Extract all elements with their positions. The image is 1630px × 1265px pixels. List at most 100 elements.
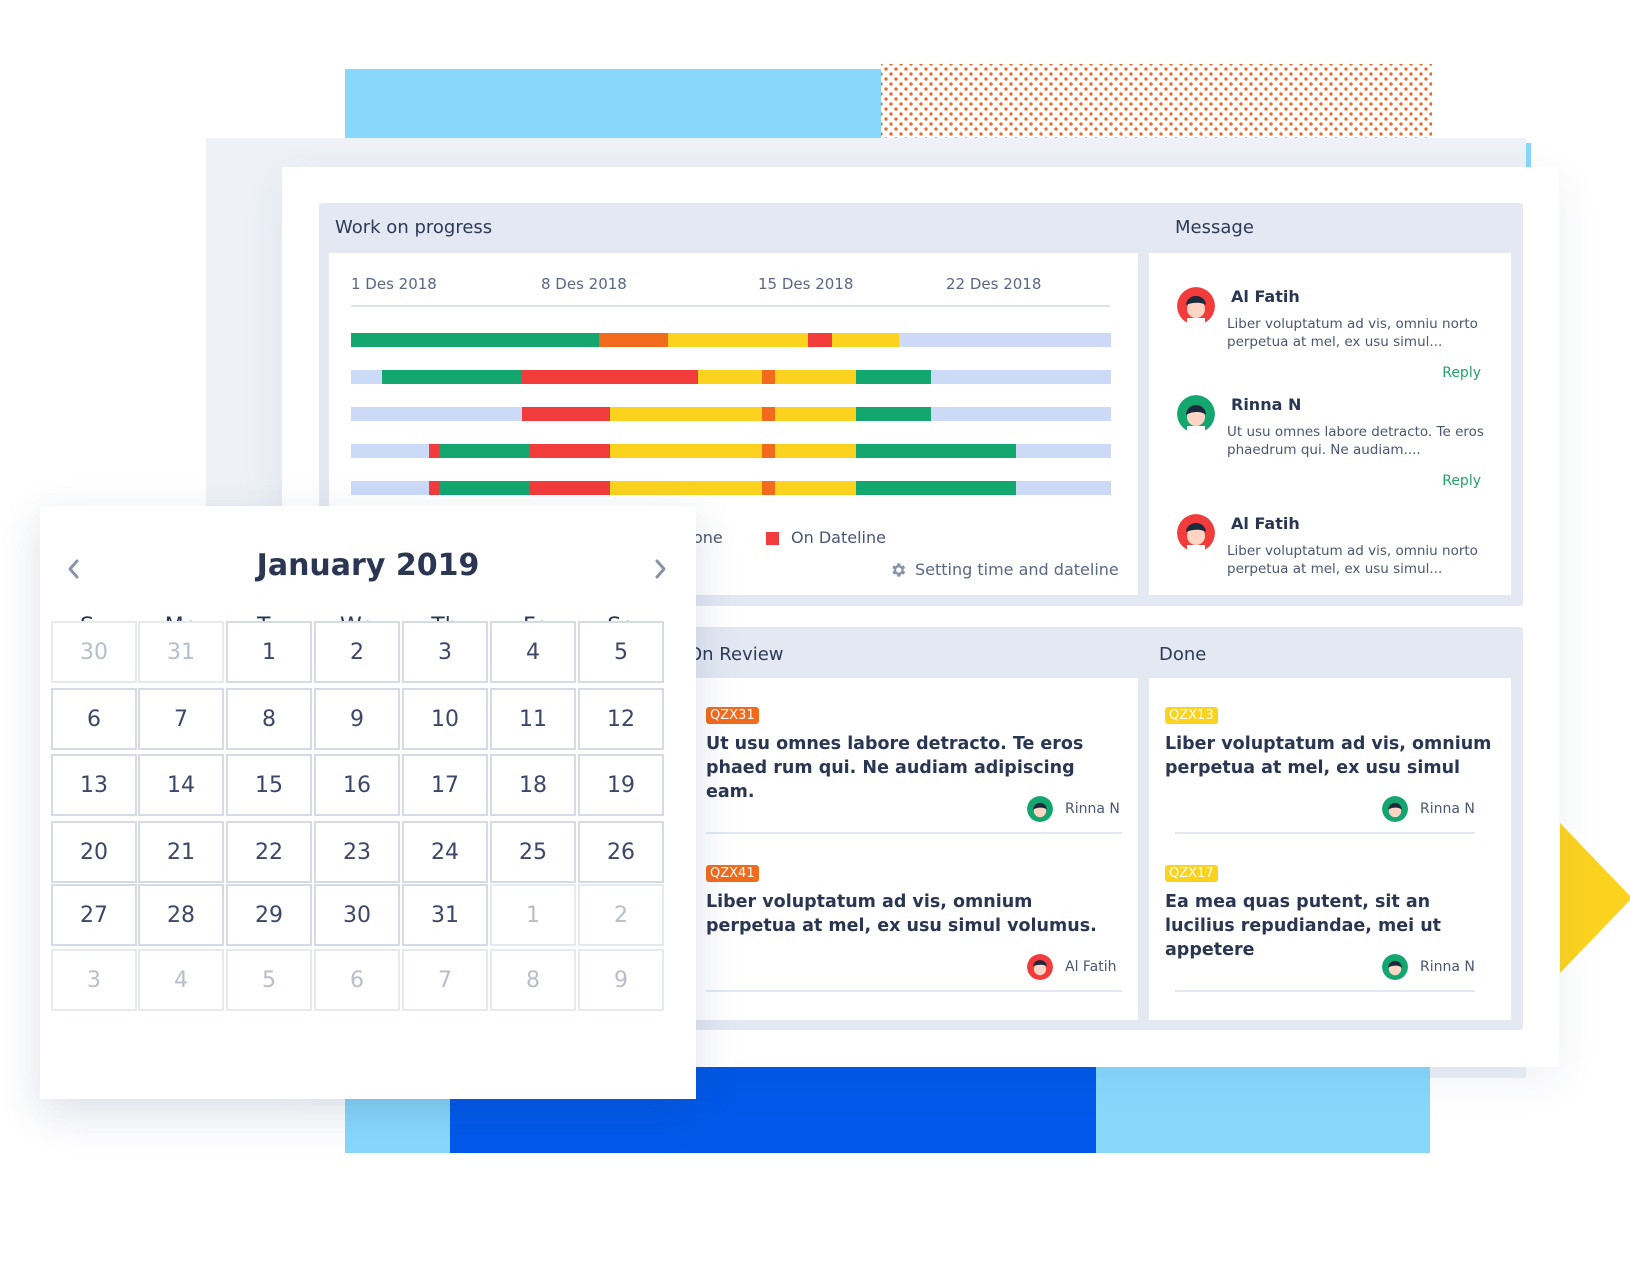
gantt-row[interactable] — [351, 481, 1111, 495]
task-assignee: Rinna N — [1382, 796, 1475, 822]
gantt-segment-yellow — [775, 444, 856, 458]
calendar-day[interactable]: 18 — [490, 754, 576, 816]
calendar-day[interactable]: 4 — [138, 949, 224, 1011]
calendar-day[interactable]: 1 — [490, 884, 576, 946]
calendar-day[interactable]: 6 — [314, 949, 400, 1011]
task-divider — [1175, 990, 1475, 992]
gantt-row[interactable] — [351, 407, 1111, 421]
task-tag: QZX41 — [706, 865, 759, 882]
calendar-day[interactable]: 3 — [402, 621, 488, 683]
calendar-day[interactable]: 7 — [402, 949, 488, 1011]
reply-link[interactable]: Reply — [1442, 365, 1481, 381]
legend-done-label: one — [693, 528, 723, 547]
calendar-day[interactable]: 31 — [402, 884, 488, 946]
task-assignee-name: Al Fatih — [1065, 959, 1117, 975]
task-text: Ea mea quas putent, sit an lucilius repu… — [1165, 892, 1442, 960]
calendar-day[interactable]: 2 — [314, 621, 400, 683]
calendar-day[interactable]: 12 — [578, 688, 664, 750]
calendar-day[interactable]: 28 — [138, 884, 224, 946]
calendar-day[interactable]: 21 — [138, 821, 224, 883]
task-tag: QZX13 — [1165, 707, 1218, 724]
setting-time-link[interactable]: Setting time and dateline — [889, 560, 1119, 579]
calendar-day[interactable]: 19 — [578, 754, 664, 816]
message-title: Message — [1175, 217, 1254, 238]
calendar-day[interactable]: 7 — [138, 688, 224, 750]
calendar-day[interactable]: 17 — [402, 754, 488, 816]
calendar-day[interactable]: 6 — [51, 688, 137, 750]
task-card[interactable]: QZX17 Ea mea quas putent, sit an luciliu… — [1165, 862, 1495, 962]
calendar-day[interactable]: 5 — [226, 949, 312, 1011]
gantt-row[interactable] — [351, 333, 1111, 347]
calendar-day[interactable]: 26 — [578, 821, 664, 883]
gantt-segment-green — [856, 481, 1016, 495]
task-assignee: Al Fatih — [1027, 954, 1117, 980]
calendar-day[interactable]: 23 — [314, 821, 400, 883]
task-divider — [706, 990, 1122, 992]
calendar-day[interactable]: 30 — [51, 621, 137, 683]
avatar — [1027, 796, 1053, 822]
task-card[interactable]: QZX41 Liber voluptatum ad vis, omnium pe… — [706, 862, 1126, 938]
calendar-day[interactable]: 14 — [138, 754, 224, 816]
calendar-day[interactable]: 9 — [314, 688, 400, 750]
reply-link[interactable]: Reply — [1442, 473, 1481, 489]
task-text: Liber voluptatum ad vis, omnium perpetua… — [706, 892, 1097, 936]
gantt-segment-yellow — [775, 481, 856, 495]
message-text: Ut usu omnes labore detracto. Te eros ph… — [1227, 424, 1484, 458]
avatar — [1177, 395, 1215, 433]
legend-deadline-label: On Dateline — [791, 528, 886, 547]
calendar-day[interactable]: 27 — [51, 884, 137, 946]
calendar-day[interactable]: 2 — [578, 884, 664, 946]
gantt-segment-orange — [762, 481, 775, 495]
gantt-segment-yellow — [610, 481, 762, 495]
on-review-title: On Review — [688, 644, 784, 665]
calendar-day[interactable]: 3 — [51, 949, 137, 1011]
calendar-day[interactable]: 8 — [490, 949, 576, 1011]
calendar-day[interactable]: 11 — [490, 688, 576, 750]
task-card[interactable]: QZX13 Liber voluptatum ad vis, omnium pe… — [1165, 704, 1495, 780]
gantt-segment-green — [856, 370, 931, 384]
gantt-segment-red — [808, 333, 832, 347]
gantt-segment-orange — [762, 407, 775, 421]
message-sender: Al Fatih — [1231, 514, 1300, 533]
gantt-segment-green — [382, 370, 522, 384]
calendar-day[interactable]: 15 — [226, 754, 312, 816]
message-sender: Al Fatih — [1231, 287, 1300, 306]
calendar-day[interactable]: 20 — [51, 821, 137, 883]
calendar-day[interactable]: 30 — [314, 884, 400, 946]
message-item[interactable]: Al Fatih Liber voluptatum ad vis, omniu … — [1149, 287, 1511, 387]
gantt-segment-red — [530, 481, 610, 495]
gantt-segment-red — [522, 370, 698, 384]
gantt-segment-green — [351, 333, 599, 347]
task-assignee: Rinna N — [1382, 954, 1475, 980]
message-item[interactable]: Al Fatih Liber voluptatum ad vis, omniu … — [1149, 514, 1511, 584]
calendar-day[interactable]: 4 — [490, 621, 576, 683]
gantt-segment-green — [439, 444, 530, 458]
avatar — [1382, 954, 1408, 980]
task-card[interactable]: QZX31 Ut usu omnes labore detracto. Te e… — [706, 704, 1126, 804]
calendar-day[interactable]: 29 — [226, 884, 312, 946]
task-divider — [1175, 832, 1475, 834]
task-assignee-name: Rinna N — [1420, 801, 1475, 817]
calendar-day[interactable]: 9 — [578, 949, 664, 1011]
task-text: Liber voluptatum ad vis, omnium perpetua… — [1165, 734, 1492, 778]
work-progress-title: Work on progress — [335, 217, 493, 238]
avatar — [1027, 954, 1053, 980]
calendar-day[interactable]: 1 — [226, 621, 312, 683]
chevron-right-icon[interactable] — [648, 556, 672, 582]
task-text: Ut usu omnes labore detracto. Te eros ph… — [706, 734, 1084, 802]
calendar-day[interactable]: 8 — [226, 688, 312, 750]
calendar-day[interactable]: 22 — [226, 821, 312, 883]
gantt-row[interactable] — [351, 370, 1111, 384]
gantt-row[interactable] — [351, 444, 1111, 458]
calendar-day[interactable]: 13 — [51, 754, 137, 816]
calendar-day[interactable]: 25 — [490, 821, 576, 883]
avatar — [1177, 514, 1215, 552]
calendar-day[interactable]: 31 — [138, 621, 224, 683]
gantt-segment-yellow — [610, 444, 762, 458]
calendar-day[interactable]: 24 — [402, 821, 488, 883]
message-item[interactable]: Rinna N Ut usu omnes labore detracto. Te… — [1149, 395, 1511, 495]
message-text: Liber voluptatum ad vis, omniu norto per… — [1227, 316, 1478, 350]
calendar-day[interactable]: 5 — [578, 621, 664, 683]
calendar-day[interactable]: 10 — [402, 688, 488, 750]
calendar-day[interactable]: 16 — [314, 754, 400, 816]
